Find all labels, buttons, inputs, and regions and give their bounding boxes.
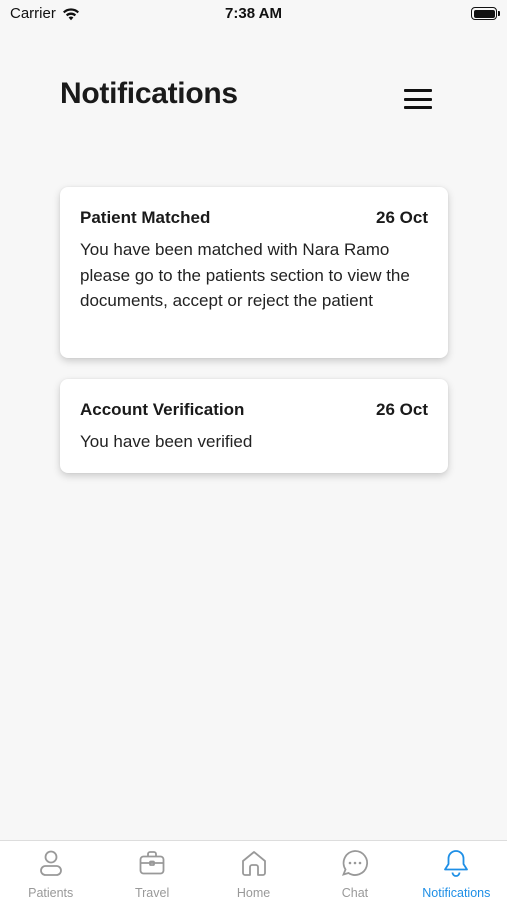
suitcase-icon bbox=[139, 851, 165, 875]
tab-label: Travel bbox=[134, 886, 170, 900]
battery-level bbox=[473, 9, 495, 18]
notification-body: You have been matched with Nara Ramo ple… bbox=[80, 240, 410, 310]
page-title: Notifications bbox=[60, 77, 238, 110]
notification-header: Account Verification 26 Oct bbox=[80, 400, 428, 420]
tab-chat[interactable]: Chat bbox=[304, 841, 405, 901]
hamburger-menu-icon[interactable] bbox=[402, 86, 434, 112]
notification-card[interactable]: Account Verification 26 Oct You have bee… bbox=[60, 379, 448, 473]
tab-bar: Patients Travel Home Chat Notifications bbox=[0, 840, 507, 901]
tab-label: Chat bbox=[341, 886, 369, 900]
battery-icon bbox=[471, 7, 500, 20]
notification-header: Patient Matched 26 Oct bbox=[80, 208, 428, 228]
chat-bubble-icon bbox=[341, 850, 368, 876]
status-bar: Carrier 7:38 AM bbox=[0, 0, 507, 30]
tab-home[interactable]: Home bbox=[203, 841, 304, 901]
notification-title: Account Verification bbox=[80, 400, 245, 419]
notification-date: 26 Oct bbox=[376, 208, 428, 227]
tab-label: Patients bbox=[28, 886, 74, 900]
home-icon bbox=[241, 851, 266, 876]
tab-travel[interactable]: Travel bbox=[101, 841, 202, 901]
tab-label: Notifications bbox=[422, 886, 491, 900]
tab-patients[interactable]: Patients bbox=[0, 841, 101, 901]
notification-body: You have been verified bbox=[80, 432, 253, 451]
menu-line bbox=[404, 97, 432, 101]
notification-title: Patient Matched bbox=[80, 208, 211, 227]
status-time: 7:38 AM bbox=[225, 5, 282, 22]
notification-date: 26 Oct bbox=[376, 400, 428, 419]
tab-label: Home bbox=[236, 886, 271, 900]
bell-icon bbox=[444, 850, 469, 877]
menu-line bbox=[404, 89, 432, 92]
notification-card[interactable]: Patient Matched 26 Oct You have been mat… bbox=[60, 187, 448, 358]
menu-line bbox=[404, 106, 432, 109]
person-icon bbox=[39, 850, 62, 876]
tab-notifications[interactable]: Notifications bbox=[406, 841, 507, 901]
